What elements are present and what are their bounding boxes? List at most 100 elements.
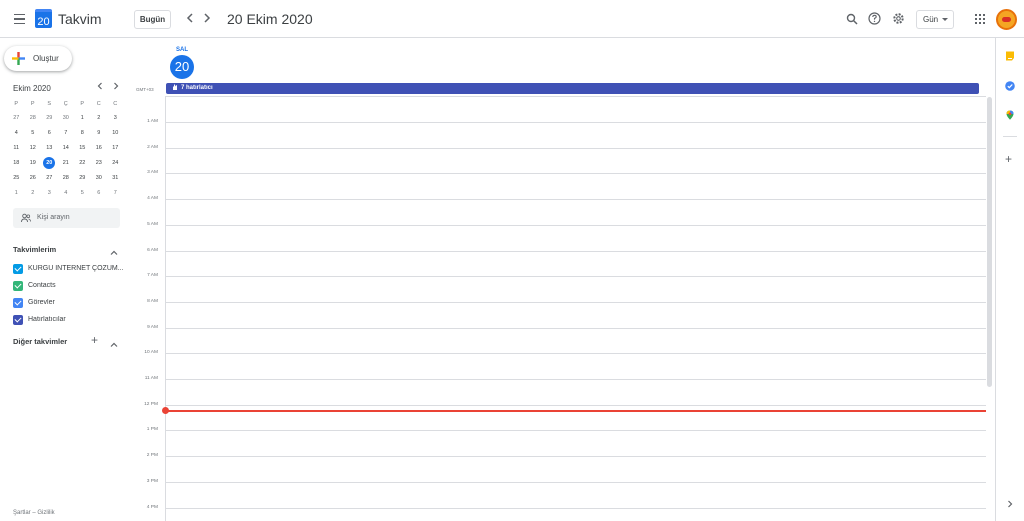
- other-calendars-title[interactable]: Diğer takvimler: [13, 337, 67, 346]
- mini-calendar-day[interactable]: 2: [91, 111, 108, 126]
- mini-calendar-day[interactable]: 9: [91, 126, 108, 141]
- my-calendars-title[interactable]: Takvimlerim: [13, 245, 56, 254]
- mini-calendar-day[interactable]: 26: [25, 171, 42, 186]
- tasks-button[interactable]: [1005, 78, 1015, 91]
- mini-calendar-day[interactable]: 2: [25, 186, 42, 201]
- add-other-calendar-button[interactable]: +: [91, 334, 98, 346]
- grid-scrollbar[interactable]: [987, 97, 992, 387]
- people-icon: [21, 213, 31, 223]
- mini-calendar-day-number: 28: [29, 115, 36, 121]
- hour-label: 3 AM: [147, 170, 158, 176]
- maps-button[interactable]: [1005, 107, 1015, 120]
- mini-calendar-day[interactable]: 11: [8, 141, 25, 156]
- calendar-label: Contacts: [28, 282, 56, 289]
- chevron-right-icon: [204, 13, 211, 23]
- mini-calendar-day[interactable]: 3: [107, 111, 124, 126]
- mini-calendar-day[interactable]: 1: [8, 186, 25, 201]
- mini-calendar-day-number: 15: [79, 145, 86, 151]
- add-addon-button[interactable]: +: [1005, 153, 1012, 165]
- mini-calendar-day[interactable]: 16: [91, 141, 108, 156]
- calendar-checkbox[interactable]: [13, 315, 23, 325]
- mini-calendar-day-number: 17: [112, 145, 119, 151]
- mini-calendar-day[interactable]: 29: [74, 171, 91, 186]
- mini-calendar-day[interactable]: 8: [74, 126, 91, 141]
- hour-label: 11 AM: [144, 376, 158, 381]
- mini-calendar-prev-button[interactable]: [94, 82, 106, 94]
- mini-calendar-day[interactable]: 7: [107, 186, 124, 201]
- mini-calendar-day[interactable]: 17: [107, 141, 124, 156]
- allday-event-label: 7 hatırlatıcı: [181, 85, 213, 91]
- settings-button[interactable]: [892, 12, 906, 26]
- my-calendars-collapse-button[interactable]: [110, 244, 120, 255]
- view-selector[interactable]: Gün: [916, 10, 954, 29]
- calendar-logo-icon[interactable]: 20: [35, 9, 52, 28]
- keep-button[interactable]: [1005, 48, 1015, 61]
- app-name[interactable]: Takvim: [58, 11, 102, 27]
- mini-calendar-day[interactable]: 19: [25, 156, 42, 171]
- mini-calendar-day[interactable]: 6: [91, 186, 108, 201]
- mini-calendar-day[interactable]: 22: [74, 156, 91, 171]
- mini-calendar-day[interactable]: 12: [25, 141, 42, 156]
- mini-calendar-day[interactable]: 1: [74, 111, 91, 126]
- mini-calendar-day[interactable]: 30: [91, 171, 108, 186]
- mini-calendar-day-number: 16: [95, 145, 102, 151]
- calendar-checkbox[interactable]: [13, 264, 23, 274]
- mini-calendar-day[interactable]: 31: [107, 171, 124, 186]
- mini-calendar-day[interactable]: 13: [41, 141, 58, 156]
- terms-privacy-links[interactable]: Şartlar – Gizlilik: [13, 510, 55, 516]
- mini-calendar-day[interactable]: 6: [41, 126, 58, 141]
- mini-calendar-day-number: 31: [112, 175, 119, 181]
- allday-reminders-event[interactable]: 7 hatırlatıcı: [166, 83, 979, 94]
- mini-calendar-day[interactable]: 25: [8, 171, 25, 186]
- mini-calendar-day[interactable]: 4: [58, 186, 75, 201]
- expand-side-panel-button[interactable]: [1007, 500, 1013, 510]
- mini-calendar-weekday: C: [113, 101, 118, 107]
- mini-calendar-day[interactable]: 15: [74, 141, 91, 156]
- people-search-input[interactable]: Kişi arayın: [13, 208, 120, 228]
- other-calendars-collapse-button[interactable]: [110, 336, 120, 347]
- previous-day-button[interactable]: [183, 11, 197, 27]
- mini-calendar-day-number: 23: [95, 160, 102, 166]
- mini-calendar-day[interactable]: 30: [58, 111, 75, 126]
- mini-calendar-day[interactable]: 24: [107, 156, 124, 171]
- mini-calendar-day[interactable]: 10: [107, 126, 124, 141]
- mini-calendar-next-button[interactable]: [110, 82, 122, 94]
- help-button[interactable]: [868, 12, 882, 26]
- mini-calendar-day[interactable]: 28: [58, 171, 75, 186]
- hour-gridline: [165, 353, 986, 355]
- create-button[interactable]: Oluştur: [4, 46, 72, 71]
- mini-calendar-day[interactable]: 27: [8, 111, 25, 126]
- mini-calendar-day[interactable]: 20: [41, 156, 58, 171]
- mini-calendar-day[interactable]: 28: [25, 111, 42, 126]
- hour-gridline: [165, 379, 986, 380]
- day-time-grid[interactable]: [165, 96, 986, 521]
- mini-calendar-day[interactable]: 4: [8, 126, 25, 141]
- main-menu-button[interactable]: [8, 8, 30, 30]
- mini-calendar-day-number: 7: [64, 130, 68, 136]
- mini-calendar-day[interactable]: 5: [25, 126, 42, 141]
- rail-divider: [1003, 136, 1017, 137]
- mini-calendar-day[interactable]: 27: [41, 171, 58, 186]
- chevron-up-icon: [110, 250, 118, 255]
- dropdown-caret-icon: [942, 18, 948, 21]
- mini-calendar-day[interactable]: 18: [8, 156, 25, 171]
- next-day-button[interactable]: [200, 11, 214, 27]
- search-button[interactable]: [846, 12, 860, 26]
- mini-calendar-day[interactable]: 5: [74, 186, 91, 201]
- calendar-label: KURGU İNTERNET ÇÖZÜM...: [28, 265, 124, 272]
- today-button[interactable]: Bugün: [134, 10, 171, 29]
- mini-calendar-day[interactable]: 3: [41, 186, 58, 201]
- mini-calendar-day-number: 20: [43, 157, 56, 169]
- mini-calendar-day[interactable]: 23: [91, 156, 108, 171]
- calendar-checkbox[interactable]: [13, 281, 23, 291]
- mini-calendar-day[interactable]: 7: [58, 126, 75, 141]
- hour-label: 8 AM: [147, 298, 158, 304]
- day-number-button[interactable]: 20: [170, 55, 194, 79]
- mini-calendar-day[interactable]: 29: [41, 111, 58, 126]
- account-avatar[interactable]: [996, 9, 1017, 30]
- mini-calendar-day[interactable]: 14: [58, 141, 75, 156]
- calendar-checkbox[interactable]: [13, 298, 23, 308]
- view-selector-label: Gün: [923, 15, 939, 24]
- apps-icon[interactable]: [975, 14, 985, 24]
- mini-calendar-day[interactable]: 21: [58, 156, 75, 171]
